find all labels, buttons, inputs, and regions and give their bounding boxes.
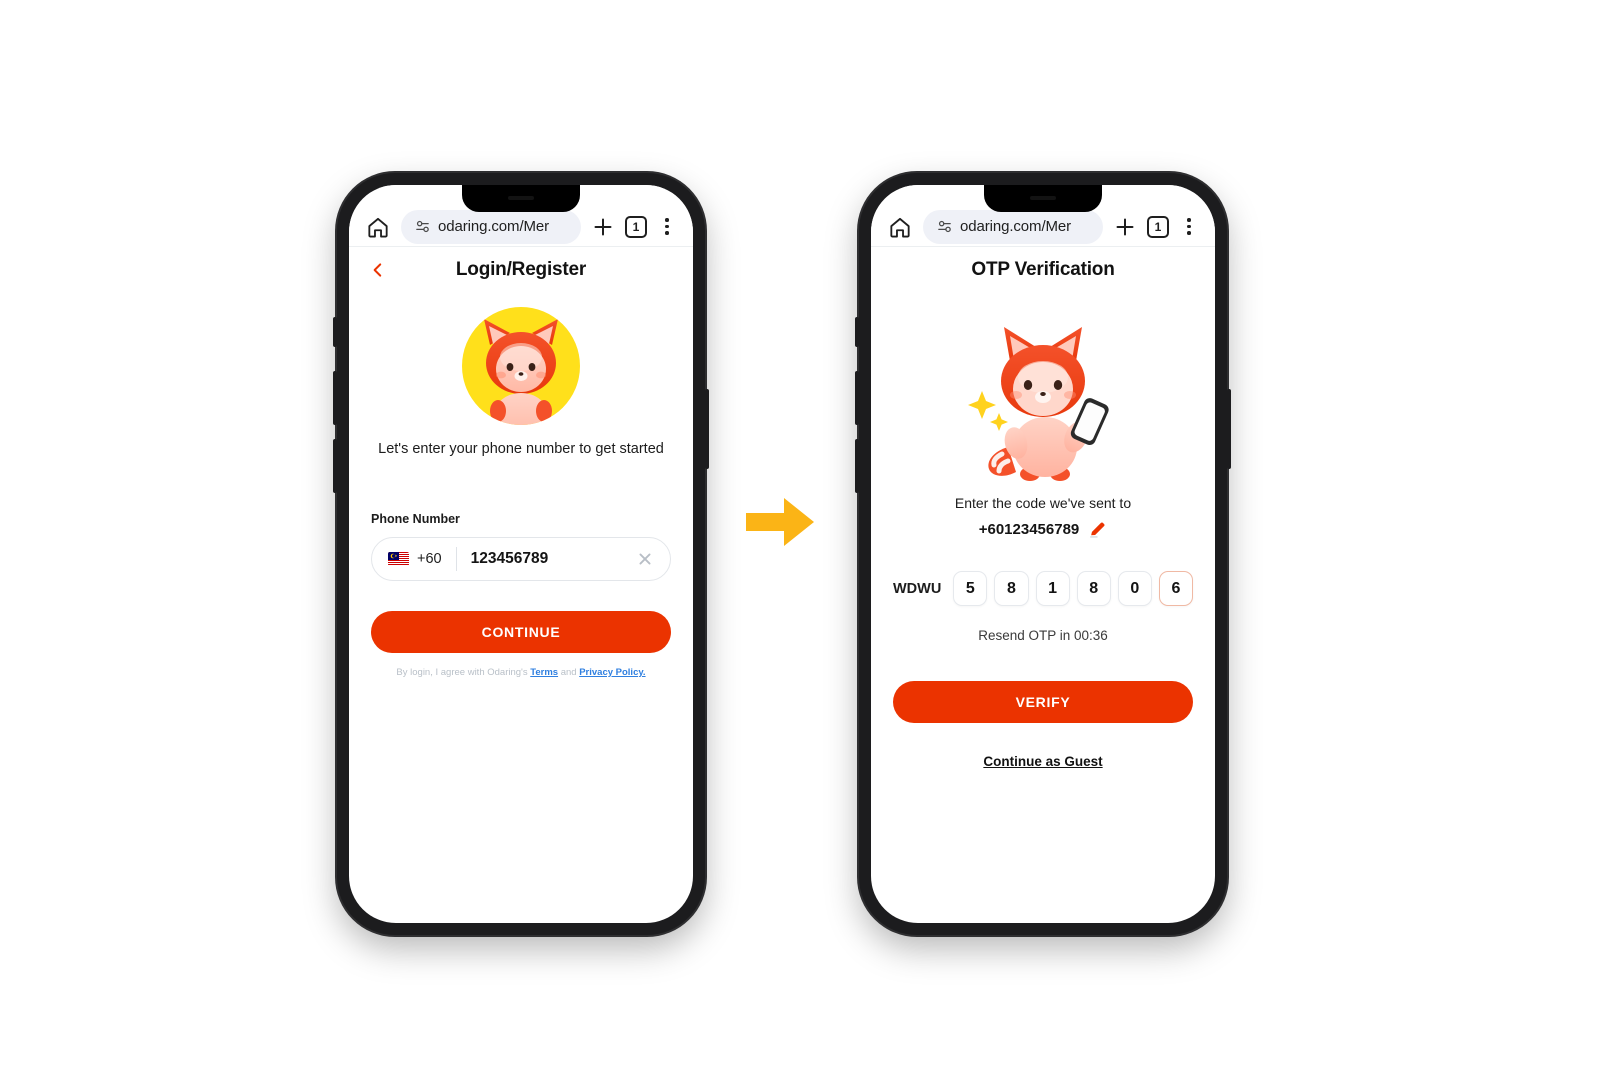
home-icon[interactable]: [365, 214, 391, 240]
fox-mascot-with-phone-icon: [968, 327, 1109, 481]
phone-number-field[interactable]: +60 123456789: [371, 537, 671, 581]
otp-sent-text: Enter the code we've sent to: [954, 495, 1132, 511]
page-title: OTP Verification: [971, 259, 1115, 280]
otp-app-header: OTP Verification: [871, 247, 1215, 293]
login-content: Let's enter your phone number to get sta…: [349, 307, 693, 679]
otp-digit-0[interactable]: 5: [953, 571, 988, 606]
otp-screen: odaring.com/Mer 1 OTP Verification Enter…: [871, 185, 1215, 923]
screenshot-stage: odaring.com/Mer 1 Login/Register Let's e…: [0, 0, 1620, 1080]
volume-up-button: [333, 371, 337, 425]
phone-mockup-otp: odaring.com/Mer 1 OTP Verification Enter…: [855, 173, 1231, 935]
verify-button-label: VERIFY: [1015, 694, 1071, 710]
otp-phone-number: +60123456789: [978, 521, 1080, 538]
continue-button-label: CONTINUE: [481, 624, 561, 640]
plus-icon[interactable]: [1113, 215, 1137, 239]
tab-counter-value: 1: [632, 219, 640, 234]
volume-down-button: [855, 439, 859, 493]
legal-prefix: By login, I agree with Odaring's: [396, 667, 528, 678]
earpiece-speaker: [508, 196, 534, 200]
kebab-menu-icon[interactable]: [657, 216, 677, 238]
phone-mockup-login: odaring.com/Mer 1 Login/Register Let's e…: [333, 173, 709, 935]
otp-prefix: WDWU: [893, 580, 942, 597]
volume-down-button: [333, 439, 337, 493]
device-notch: [462, 185, 580, 212]
login-hero: [371, 307, 671, 425]
dial-code: +60: [417, 551, 442, 567]
device-notch: [984, 185, 1102, 212]
malaysia-flag-icon[interactable]: [388, 552, 409, 566]
otp-digit-2[interactable]: 1: [1035, 571, 1070, 606]
phone-number-input[interactable]: 123456789: [471, 550, 634, 568]
phone-number-label: Phone Number: [371, 512, 460, 526]
fox-mascot-icon: [462, 307, 580, 425]
resend-otp-text: Resend OTP in 00:36: [978, 628, 1108, 643]
home-icon[interactable]: [887, 214, 913, 240]
otp-digit-1[interactable]: 8: [994, 571, 1029, 606]
continue-as-guest[interactable]: Continue as Guest: [893, 753, 1193, 771]
plus-icon[interactable]: [591, 215, 615, 239]
legal-text: By login, I agree with Odaring's Terms a…: [371, 666, 671, 679]
privacy-policy-link[interactable]: Privacy Policy.: [579, 667, 645, 678]
login-tagline: Let's enter your phone number to get sta…: [378, 441, 664, 457]
arrow-right-icon: [746, 498, 814, 546]
power-button: [705, 389, 709, 469]
otp-phone-row: +60123456789: [893, 520, 1193, 539]
tune-icon: [416, 220, 429, 233]
mute-switch: [855, 317, 859, 347]
terms-link[interactable]: Terms: [530, 667, 558, 678]
mute-switch: [333, 317, 337, 347]
tab-counter-value: 1: [1154, 219, 1162, 234]
login-app-header: Login/Register: [349, 247, 693, 293]
pencil-edit-icon[interactable]: [1088, 520, 1107, 539]
tab-counter[interactable]: 1: [1147, 215, 1169, 238]
otp-digit-5[interactable]: 6: [1158, 571, 1193, 606]
url-text: odaring.com/Mer: [438, 218, 550, 235]
legal-and: and: [560, 667, 577, 678]
earpiece-speaker: [1030, 196, 1056, 200]
otp-hero: [893, 319, 1193, 487]
tune-icon: [938, 220, 951, 233]
close-x-icon[interactable]: [634, 548, 656, 570]
power-button: [1227, 389, 1231, 469]
kebab-menu-icon[interactable]: [1179, 216, 1199, 238]
otp-content: Enter the code we've sent to +6012345678…: [871, 319, 1215, 771]
page-title: Login/Register: [455, 259, 587, 280]
address-bar[interactable]: odaring.com/Mer: [401, 209, 581, 244]
continue-button[interactable]: CONTINUE: [371, 611, 671, 653]
url-text: odaring.com/Mer: [960, 218, 1072, 235]
otp-digit-4[interactable]: 0: [1117, 571, 1152, 606]
verify-button[interactable]: VERIFY: [893, 681, 1193, 723]
address-bar[interactable]: odaring.com/Mer: [923, 209, 1103, 244]
tab-counter[interactable]: 1: [625, 215, 647, 238]
volume-up-button: [855, 371, 859, 425]
login-screen: odaring.com/Mer 1 Login/Register Let's e…: [349, 185, 693, 923]
chevron-left-icon[interactable]: [369, 261, 387, 279]
otp-input-row: WDWU 5 8 1 8 0 6: [893, 571, 1193, 606]
continue-as-guest-label: Continue as Guest: [983, 754, 1103, 769]
otp-digit-3[interactable]: 8: [1076, 571, 1111, 606]
field-divider: [455, 547, 457, 571]
